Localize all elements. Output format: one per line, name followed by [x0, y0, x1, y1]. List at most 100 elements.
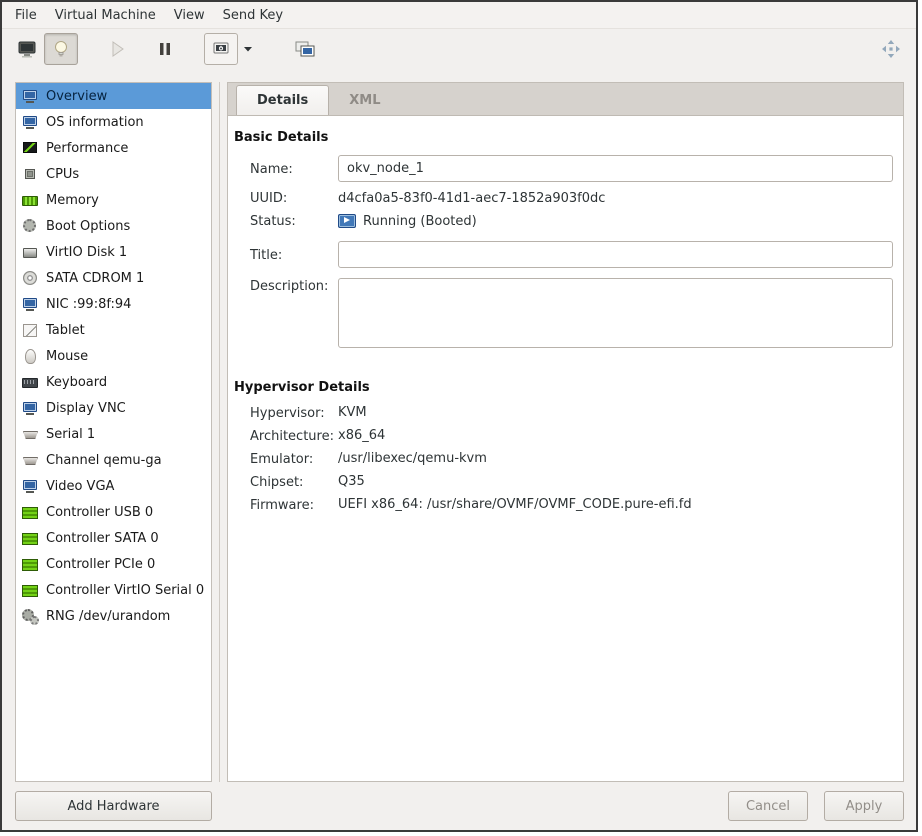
- sidebar-item-serial-1[interactable]: Serial 1: [16, 421, 211, 447]
- uuid-label: UUID:: [250, 191, 288, 206]
- description-label: Description:: [250, 279, 329, 294]
- sidebar-item-label: VirtIO Disk 1: [46, 244, 128, 260]
- display-icon: [22, 400, 38, 416]
- title-input[interactable]: [338, 241, 893, 268]
- sidebar-item-mouse[interactable]: Mouse: [16, 343, 211, 369]
- add-hardware-button[interactable]: Add Hardware: [15, 791, 212, 821]
- title-row: Title:: [250, 241, 893, 268]
- main-body: Overview OS information Performance CPUs…: [2, 69, 916, 782]
- architecture-row: Architecture: x86_64: [250, 428, 893, 444]
- firmware-row: Firmware: UEFI x86_64: /usr/share/OVMF/O…: [250, 497, 893, 513]
- sidebar-item-label: Performance: [46, 140, 129, 156]
- sidebar-item-performance[interactable]: Performance: [16, 135, 211, 161]
- channel-icon: [22, 452, 38, 468]
- cancel-button[interactable]: Cancel: [728, 791, 808, 821]
- mouse-icon: [22, 348, 38, 364]
- console-icon: [18, 41, 36, 58]
- sidebar-item-tablet[interactable]: Tablet: [16, 317, 211, 343]
- sidebar-item-rng[interactable]: RNG /dev/urandom: [16, 603, 211, 629]
- details-button[interactable]: [44, 33, 78, 65]
- hypervisor-row: Hypervisor: KVM: [250, 405, 893, 421]
- cpu-icon: [22, 166, 38, 182]
- sidebar-item-nic[interactable]: NIC :99:8f:94: [16, 291, 211, 317]
- sidebar-item-channel-qemu-ga[interactable]: Channel qemu-ga: [16, 447, 211, 473]
- sidebar-item-label: Boot Options: [46, 218, 131, 234]
- monitor-icon: [22, 114, 38, 130]
- tab-xml[interactable]: XML: [329, 85, 400, 115]
- sidebar-item-overview[interactable]: Overview: [16, 83, 211, 109]
- sidebar-item-video-vga[interactable]: Video VGA: [16, 473, 211, 499]
- shutdown-button[interactable]: [204, 33, 238, 65]
- sidebar-item-controller-virtio-serial-0[interactable]: Controller VirtIO Serial 0: [16, 577, 211, 603]
- pane-divider[interactable]: [219, 82, 220, 782]
- apply-button[interactable]: Apply: [824, 791, 904, 821]
- sidebar-item-memory[interactable]: Memory: [16, 187, 211, 213]
- disk-icon: [22, 244, 38, 260]
- emulator-label: Emulator:: [250, 452, 314, 467]
- menu-view[interactable]: View: [165, 2, 214, 28]
- name-label: Name:: [250, 161, 293, 177]
- sidebar-item-label: Controller PCIe 0: [46, 556, 156, 572]
- sidebar-item-label: Keyboard: [46, 374, 108, 390]
- status-label: Status:: [250, 214, 296, 229]
- controller-icon: [22, 504, 38, 520]
- description-textarea[interactable]: [338, 278, 893, 348]
- sidebar-item-display-vnc[interactable]: Display VNC: [16, 395, 211, 421]
- displays-button[interactable]: [288, 33, 322, 65]
- firmware-value: UEFI x86_64: /usr/share/OVMF/OVMF_CODE.p…: [338, 497, 692, 512]
- sidebar-item-keyboard[interactable]: Keyboard: [16, 369, 211, 395]
- tab-strip: Details XML: [227, 82, 904, 116]
- shutdown-icon: [213, 42, 229, 54]
- menu-virtual-machine[interactable]: Virtual Machine: [46, 2, 165, 28]
- performance-icon: [22, 140, 38, 156]
- network-icon: [22, 296, 38, 312]
- pause-button[interactable]: [148, 33, 182, 65]
- hardware-list: Overview OS information Performance CPUs…: [15, 82, 212, 782]
- sidebar-item-virtio-disk-1[interactable]: VirtIO Disk 1: [16, 239, 211, 265]
- running-icon: [338, 214, 356, 228]
- sidebar-item-label: Controller USB 0: [46, 504, 154, 520]
- uuid-value: d4cfa0a5-83f0-41d1-aec7-1852a903f0dc: [338, 190, 606, 206]
- hardware-list-panel: Overview OS information Performance CPUs…: [15, 82, 212, 782]
- architecture-value: x86_64: [338, 428, 386, 443]
- sidebar-item-sata-cdrom-1[interactable]: SATA CDROM 1: [16, 265, 211, 291]
- run-button[interactable]: [100, 33, 134, 65]
- sidebar-item-label: Controller SATA 0: [46, 530, 159, 546]
- sidebar-item-label: OS information: [46, 114, 144, 130]
- cdrom-icon: [22, 270, 38, 286]
- chipset-row: Chipset: Q35: [250, 474, 893, 490]
- sidebar-item-label: RNG /dev/urandom: [46, 608, 171, 624]
- tablet-icon: [22, 322, 38, 338]
- console-button[interactable]: [10, 33, 44, 65]
- shutdown-menu-button[interactable]: [238, 33, 258, 65]
- menu-file[interactable]: File: [6, 2, 46, 28]
- architecture-label: Architecture:: [250, 429, 334, 444]
- fullscreen-button[interactable]: [874, 33, 908, 65]
- uuid-row: UUID: d4cfa0a5-83f0-41d1-aec7-1852a903f0…: [250, 190, 893, 207]
- status-row: Status: Running (Booted): [250, 213, 893, 230]
- status-value: Running (Booted): [363, 213, 477, 229]
- hypervisor-details-heading: Hypervisor Details: [234, 380, 370, 395]
- sidebar-item-label: Mouse: [46, 348, 89, 364]
- sidebar-item-label: NIC :99:8f:94: [46, 296, 132, 312]
- hypervisor-value: KVM: [338, 405, 367, 420]
- lightbulb-icon: [55, 41, 67, 57]
- menu-send-key[interactable]: Send Key: [214, 2, 292, 28]
- sidebar-item-os-information[interactable]: OS information: [16, 109, 211, 135]
- sidebar-item-controller-pcie-0[interactable]: Controller PCIe 0: [16, 551, 211, 577]
- sidebar-item-controller-sata-0[interactable]: Controller SATA 0: [16, 525, 211, 551]
- pause-icon: [160, 43, 170, 55]
- video-icon: [22, 478, 38, 494]
- sidebar-item-boot-options[interactable]: Boot Options: [16, 213, 211, 239]
- basic-details-heading: Basic Details: [234, 130, 329, 145]
- sidebar-item-cpus[interactable]: CPUs: [16, 161, 211, 187]
- sidebar-item-label: CPUs: [46, 166, 80, 182]
- tab-details[interactable]: Details: [236, 85, 330, 115]
- name-input[interactable]: [338, 155, 893, 182]
- sidebar-item-label: Video VGA: [46, 478, 115, 494]
- name-row: Name:: [250, 155, 893, 182]
- sidebar-item-label: Display VNC: [46, 400, 126, 416]
- sidebar-item-controller-usb-0[interactable]: Controller USB 0: [16, 499, 211, 525]
- controller-icon: [22, 530, 38, 546]
- title-label: Title:: [250, 247, 283, 263]
